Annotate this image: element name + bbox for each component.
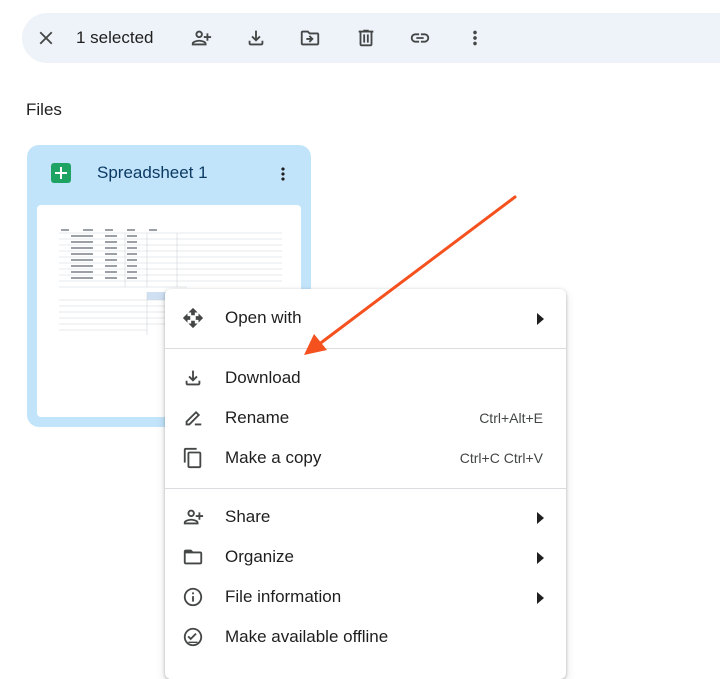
shortcut-label: Ctrl+C Ctrl+V bbox=[459, 450, 543, 466]
menu-item-share[interactable]: Share bbox=[165, 497, 566, 537]
offline-check-icon bbox=[181, 625, 205, 649]
link-icon[interactable] bbox=[408, 26, 432, 50]
trash-icon[interactable] bbox=[354, 26, 378, 50]
submenu-arrow-icon bbox=[537, 512, 544, 524]
download-icon bbox=[181, 366, 205, 390]
menu-divider bbox=[165, 348, 566, 349]
move-folder-icon[interactable] bbox=[298, 26, 322, 50]
shortcut-label: Ctrl+Alt+E bbox=[479, 410, 543, 426]
submenu-arrow-icon bbox=[537, 592, 544, 604]
menu-item-label: File information bbox=[225, 587, 342, 606]
file-title: Spreadsheet 1 bbox=[97, 163, 208, 182]
google-sheets-icon bbox=[51, 163, 71, 183]
submenu-arrow-icon bbox=[537, 313, 544, 325]
menu-item-label: Make a copy bbox=[225, 448, 322, 467]
menu-item-make-a-copy[interactable]: Make a copy Ctrl+C Ctrl+V bbox=[165, 438, 566, 478]
selection-toolbar: 1 selected bbox=[22, 13, 720, 63]
selection-count: 1 selected bbox=[76, 28, 154, 47]
menu-item-label: Download bbox=[225, 368, 301, 387]
menu-item-rename[interactable]: Rename Ctrl+Alt+E bbox=[165, 398, 566, 438]
more-vert-icon[interactable] bbox=[463, 26, 487, 50]
rename-icon bbox=[181, 406, 205, 430]
info-icon bbox=[181, 585, 205, 609]
section-title: Files bbox=[26, 100, 62, 119]
menu-item-label: Share bbox=[225, 507, 271, 526]
folder-icon bbox=[181, 545, 205, 569]
menu-item-download[interactable]: Download bbox=[165, 358, 566, 398]
share-person-add-icon[interactable] bbox=[189, 26, 213, 50]
close-icon[interactable] bbox=[34, 26, 58, 50]
context-menu: Open with Download Rename Ctrl+Alt+E Mak… bbox=[165, 289, 566, 679]
menu-item-open-with[interactable]: Open with bbox=[165, 298, 566, 338]
menu-item-label: Make available offline bbox=[225, 627, 389, 646]
more-vert-icon[interactable] bbox=[273, 163, 293, 185]
open-with-icon bbox=[181, 306, 205, 330]
menu-item-organize[interactable]: Organize bbox=[165, 537, 566, 577]
submenu-arrow-icon bbox=[537, 552, 544, 564]
download-icon[interactable] bbox=[244, 26, 268, 50]
menu-divider bbox=[165, 488, 566, 489]
menu-item-make-available-offline[interactable]: Make available offline bbox=[165, 617, 566, 657]
share-person-add-icon bbox=[181, 505, 205, 529]
menu-item-label: Open with bbox=[225, 308, 302, 327]
menu-item-file-information[interactable]: File information bbox=[165, 577, 566, 617]
menu-item-label: Rename bbox=[225, 408, 290, 427]
copy-icon bbox=[181, 446, 205, 470]
menu-item-label: Organize bbox=[225, 547, 294, 566]
